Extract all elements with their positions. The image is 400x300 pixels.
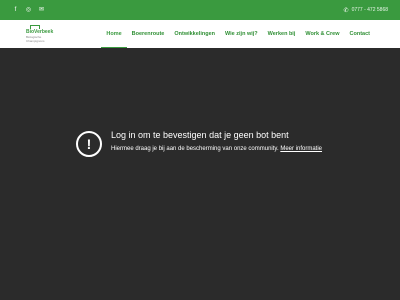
bot-check-description: Hiermee draag je bij aan de bescherming … [111, 146, 279, 152]
phone-contact[interactable]: ✆ 0777 - 472 5868 [344, 0, 388, 20]
nav-item-ontwikkelingen[interactable]: Ontwikkelingen [174, 25, 215, 43]
house-logo-icon [30, 25, 40, 29]
site-logo[interactable]: BioVerbeek Biologische Champignons [26, 25, 56, 43]
top-bar: f ◎ ✉ ✆ 0777 - 472 5868 [0, 0, 400, 20]
bot-check-notice: ! Log in om te bevestigen dat je geen bo… [76, 128, 336, 168]
instagram-icon[interactable]: ◎ [25, 7, 32, 14]
facebook-icon[interactable]: f [12, 7, 19, 14]
logo-tagline: Biologische Champignons [26, 35, 45, 43]
nav-item-boerenroute[interactable]: Boerenroute [132, 25, 165, 43]
nav-item-werken-bij[interactable]: Werken bij [268, 25, 296, 43]
nav-item-work-crew[interactable]: Work & Crew [305, 25, 339, 43]
phone-icon: ✆ [343, 7, 349, 14]
phone-number: 0777 - 472 5868 [351, 7, 388, 13]
main-navigation: Home Boerenroute Ontwikkelingen Wie zijn… [101, 20, 370, 48]
more-info-link[interactable]: Meer informatie [280, 146, 322, 152]
exclamation-icon: ! [76, 131, 102, 157]
bot-check-title: Log in om te bevestigen dat je geen bot … [111, 130, 289, 140]
nav-item-wie-zijn-wij[interactable]: Wie zijn wij? [225, 25, 258, 43]
bot-check-overlay [0, 48, 400, 300]
main-header: BioVerbeek Biologische Champignons Home … [0, 20, 400, 49]
bot-check-text: Hiermee draag je bij aan de bescherming … [111, 145, 322, 153]
email-icon[interactable]: ✉ [38, 7, 45, 14]
nav-item-home[interactable]: Home [101, 25, 128, 48]
social-links: f ◎ ✉ [12, 7, 45, 14]
nav-item-contact[interactable]: Contact [350, 25, 370, 43]
